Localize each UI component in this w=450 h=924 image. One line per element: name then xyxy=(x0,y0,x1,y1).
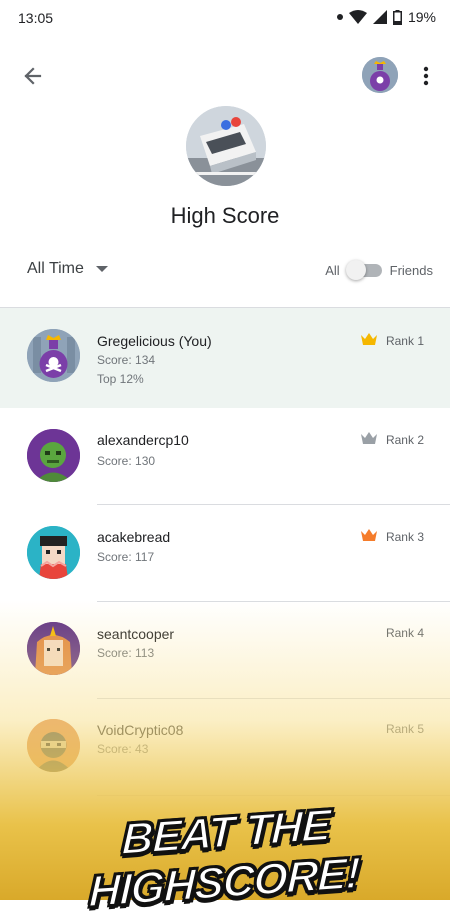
rank-label: Rank 3 xyxy=(385,529,424,544)
player-name: alexandercp10 xyxy=(97,432,189,448)
back-arrow-icon[interactable] xyxy=(18,60,50,92)
toggle-label-all: All xyxy=(325,262,340,278)
signal-icon xyxy=(372,10,387,24)
rank-indicator: Rank 4 xyxy=(386,626,424,640)
promo-text: BEAT THE HIGHSCORE! xyxy=(87,799,361,917)
more-vert-icon[interactable] xyxy=(414,62,438,90)
profile-avatar[interactable] xyxy=(362,57,398,93)
time-range-dropdown[interactable]: All Time xyxy=(27,260,108,278)
dot-icon xyxy=(336,14,343,20)
leaderboard-title: High Score xyxy=(170,203,280,228)
player-avatar xyxy=(27,526,80,579)
time-range-label: All Time xyxy=(27,260,84,277)
toggle-label-friends: Friends xyxy=(389,262,433,278)
battery-icon xyxy=(392,9,402,25)
player-score: Score: 43 xyxy=(97,742,149,756)
crown-bronze-icon xyxy=(360,529,377,544)
rank-indicator: Rank 5 xyxy=(386,722,424,736)
player-name: acakebread xyxy=(97,529,171,545)
rank-label: Rank 4 xyxy=(385,626,424,640)
player-score: Score: 113 xyxy=(97,646,155,660)
wifi-icon xyxy=(348,10,367,24)
rank-label: Rank 1 xyxy=(385,333,424,348)
player-avatar xyxy=(27,329,80,382)
player-name: Gregelicious (You) xyxy=(97,333,212,349)
player-score: Score: 134 xyxy=(97,353,156,367)
leaderboard-row-2[interactable]: alexandercp10 Score: 130 Rank 2 xyxy=(0,408,450,505)
leaderboard-row-1[interactable]: Gregelicious (You) Score: 134 Top 12% Ra… xyxy=(0,308,450,408)
status-icons: 19% xyxy=(336,9,436,25)
filter-row: All Time All Friends xyxy=(0,250,450,290)
player-score: Score: 117 xyxy=(97,550,155,564)
leaderboard-row-4[interactable]: seantcooper Score: 113 Rank 4 xyxy=(0,602,450,699)
player-score: Score: 130 xyxy=(97,454,156,468)
battery-percent: 19% xyxy=(407,9,436,25)
player-percentile: Top 12% xyxy=(97,372,144,386)
crown-silver-icon xyxy=(360,432,377,447)
rank-indicator: Rank 2 xyxy=(360,432,424,447)
game-icon xyxy=(186,106,266,186)
crown-gold-icon xyxy=(360,333,377,348)
rank-indicator: Rank 1 xyxy=(360,333,424,348)
player-name: seantcooper xyxy=(97,626,175,642)
top-app-bar xyxy=(0,48,450,104)
rank-label: Rank 2 xyxy=(385,432,424,447)
player-avatar xyxy=(27,429,80,482)
all-friends-toggle: All Friends xyxy=(325,260,433,280)
player-avatar xyxy=(27,719,80,772)
status-time: 13:05 xyxy=(18,10,54,26)
status-bar: 13:05 19% xyxy=(0,0,450,36)
row-divider xyxy=(97,795,450,796)
player-name: VoidCryptic08 xyxy=(97,722,184,738)
leaderboard-row-5[interactable]: VoidCryptic08 Score: 43 Rank 5 xyxy=(0,699,450,796)
rank-indicator: Rank 3 xyxy=(360,529,424,544)
rank-label: Rank 5 xyxy=(385,722,424,736)
friends-switch[interactable] xyxy=(345,260,384,280)
leaderboard-row-3[interactable]: acakebread Score: 117 Rank 3 xyxy=(0,505,450,602)
dropdown-arrow-icon xyxy=(95,260,108,278)
player-avatar xyxy=(27,622,80,675)
promo-banner: BEAT THE HIGHSCORE! xyxy=(0,799,450,917)
